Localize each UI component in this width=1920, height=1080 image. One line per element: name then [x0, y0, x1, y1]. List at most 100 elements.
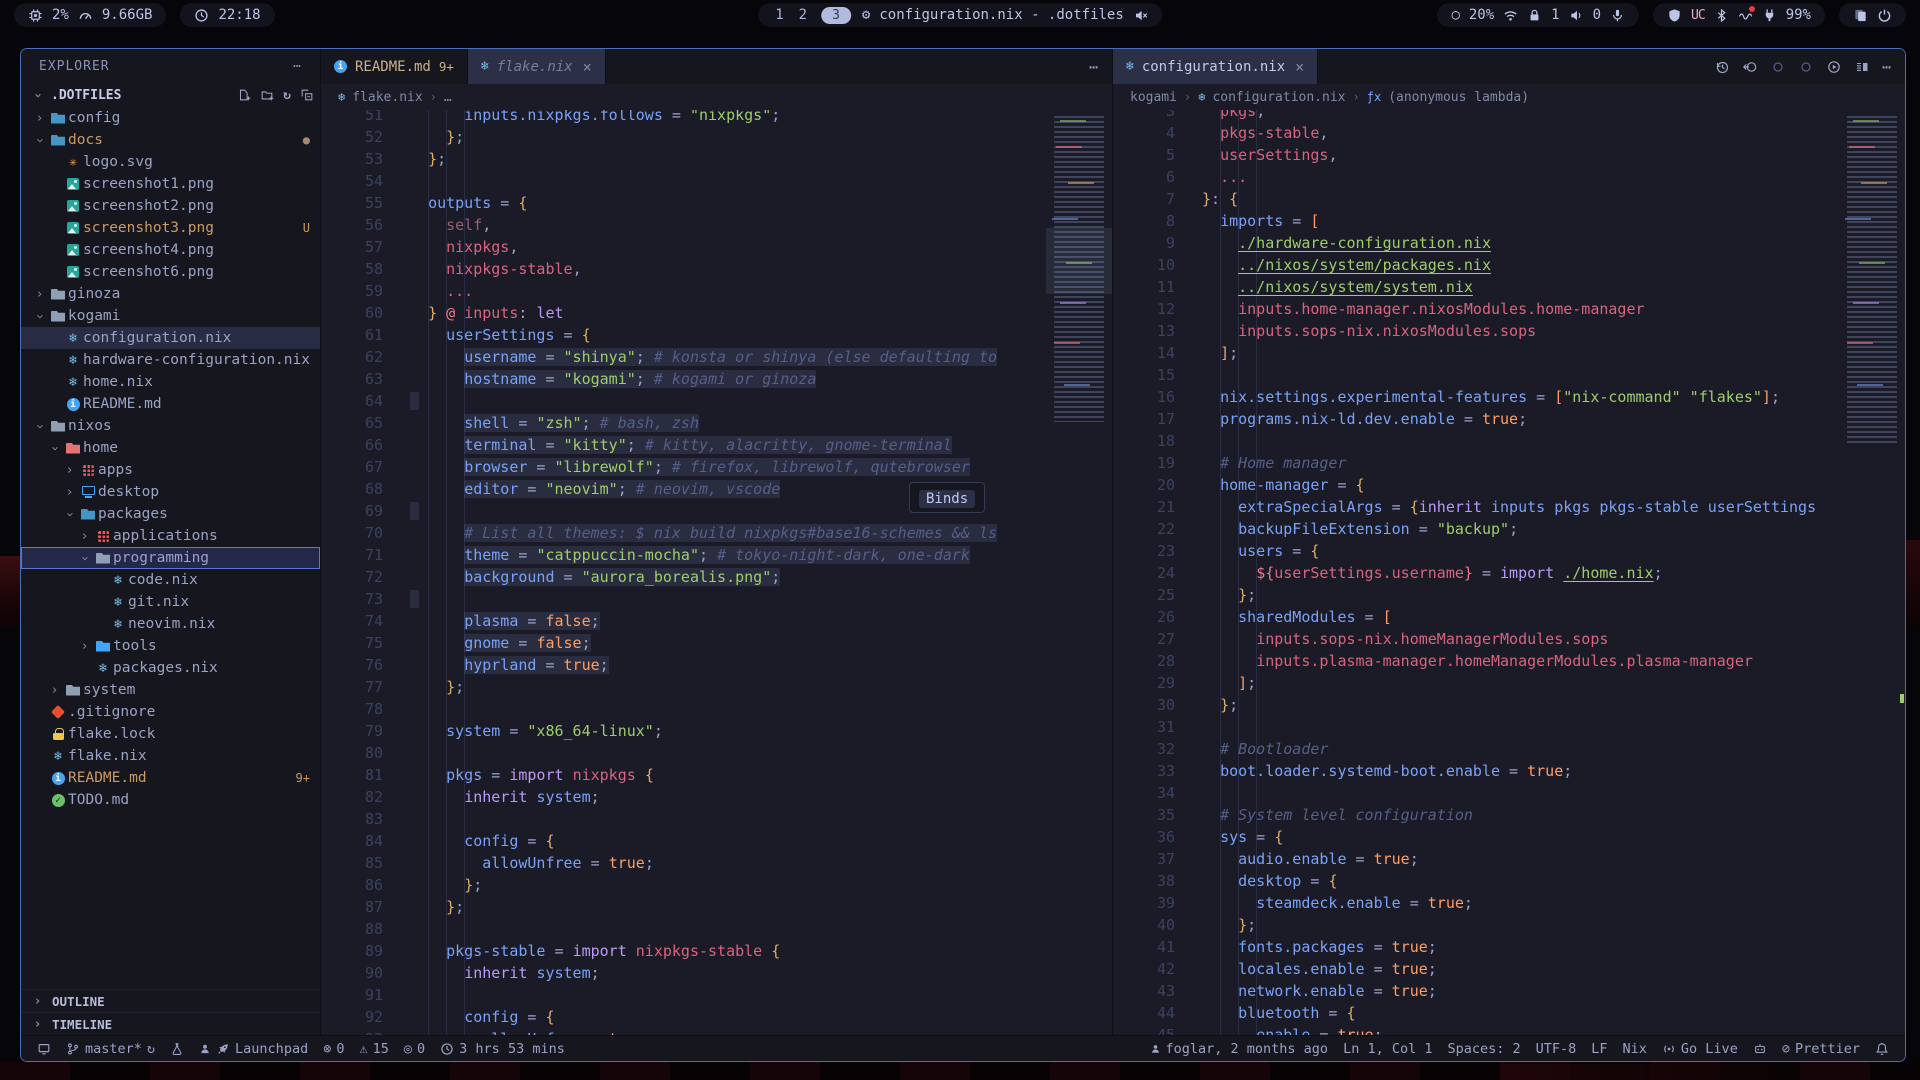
navigate-forward-icon[interactable]: [1798, 59, 1814, 75]
code-line[interactable]: 36 sys = {: [1113, 826, 1905, 848]
code-line[interactable]: 8 imports = [: [1113, 210, 1905, 232]
tree-item[interactable]: ›docs●: [21, 129, 320, 151]
timeline-history-icon[interactable]: [1714, 59, 1730, 75]
code-line[interactable]: 37 audio.enable = true;: [1113, 848, 1905, 870]
tree-item[interactable]: ❄flake.nix: [21, 745, 320, 767]
code-line[interactable]: 62 username = "shinya"; # konsta or shin…: [321, 346, 1112, 368]
notification-wave-icon[interactable]: [1738, 8, 1753, 23]
code-line[interactable]: 76 hyprland = true;: [321, 654, 1112, 676]
chevron-down-icon[interactable]: ›: [62, 506, 77, 523]
tree-item[interactable]: screenshot3.pngU: [21, 217, 320, 239]
remote-indicator[interactable]: [37, 1042, 51, 1056]
code-line[interactable]: 54: [321, 170, 1112, 192]
code-line[interactable]: 18: [1113, 430, 1905, 452]
tree-item[interactable]: iREADME.md9+: [21, 767, 320, 789]
code-line[interactable]: 10 ../nixos/system/packages.nix: [1113, 254, 1905, 276]
close-icon[interactable]: ×: [1295, 58, 1304, 76]
indentation[interactable]: Spaces: 2: [1447, 1041, 1520, 1057]
copilot-item[interactable]: [1753, 1042, 1767, 1056]
code-line[interactable]: 61 userSettings = {: [321, 324, 1112, 346]
shield-icon[interactable]: [1667, 8, 1682, 23]
code-line[interactable]: 31: [1113, 716, 1905, 738]
tree-item[interactable]: ›desktop: [21, 481, 320, 503]
code-line[interactable]: 6 ...: [1113, 166, 1905, 188]
tree-item[interactable]: ›nixos: [21, 415, 320, 437]
code-line[interactable]: 63 hostname = "kogami"; # kogami or gino…: [321, 368, 1112, 390]
code-line[interactable]: 91: [321, 984, 1112, 1006]
errors-item[interactable]: ⊗ 0: [323, 1041, 344, 1057]
tree-item[interactable]: ›applications: [21, 525, 320, 547]
code-line[interactable]: 82 inherit system;: [321, 786, 1112, 808]
eol-sequence[interactable]: LF: [1591, 1041, 1607, 1057]
code-line[interactable]: 60 } @ inputs: let: [321, 302, 1112, 324]
tree-item[interactable]: ›packages: [21, 503, 320, 525]
code-line[interactable]: 42 locales.enable = true;: [1113, 958, 1905, 980]
code-line[interactable]: 80: [321, 742, 1112, 764]
tab-configuration-nix[interactable]: ❄ configuration.nix ×: [1113, 49, 1318, 84]
tree-item[interactable]: ❄code.nix: [21, 569, 320, 591]
new-folder-icon[interactable]: [260, 88, 274, 102]
code-line[interactable]: 20 home-manager = {: [1113, 474, 1905, 496]
tab-flake-nix[interactable]: ❄ flake.nix ×: [468, 49, 606, 84]
code-line[interactable]: 93 allowUnfree = true;: [321, 1028, 1112, 1035]
code-line[interactable]: 32 # Bootloader: [1113, 738, 1905, 760]
code-line[interactable]: 90 inherit system;: [321, 962, 1112, 984]
code-line[interactable]: 66 terminal = "kitty"; # kitty, alacritt…: [321, 434, 1112, 456]
chevron-right-icon[interactable]: ›: [46, 683, 63, 698]
code-line[interactable]: 27 inputs.sops-nix.homeManagerModules.so…: [1113, 628, 1905, 650]
speaker-icon[interactable]: [1569, 8, 1584, 23]
code-line[interactable]: 15: [1113, 364, 1905, 386]
tree-item[interactable]: ›home: [21, 437, 320, 459]
chevron-down-icon[interactable]: ›: [77, 550, 92, 567]
chevron-down-icon[interactable]: ›: [32, 308, 47, 325]
code-line[interactable]: 26 sharedModules = [: [1113, 606, 1905, 628]
code-line[interactable]: 12 inputs.home-manager.nixosModules.home…: [1113, 298, 1905, 320]
breadcrumb-symbol[interactable]: (anonymous lambda): [1388, 90, 1529, 105]
code-line[interactable]: 11 ../nixos/system/system.nix: [1113, 276, 1905, 298]
tree-item[interactable]: ›config: [21, 107, 320, 129]
code-area-configuration[interactable]: 3 pkgs,4 pkgs-stable,5 userSettings,6 ..…: [1113, 110, 1905, 1035]
code-line[interactable]: 7}: {: [1113, 188, 1905, 210]
chevron-right-icon[interactable]: ›: [31, 111, 48, 126]
outline-section[interactable]: › OUTLINE: [21, 989, 320, 1012]
code-line[interactable]: 4 pkgs-stable,: [1113, 122, 1905, 144]
chevron-right-icon[interactable]: ›: [76, 639, 93, 654]
navigate-back-icon[interactable]: [1742, 59, 1758, 75]
code-line[interactable]: 79 system = "x86_64-linux";: [321, 720, 1112, 742]
code-line[interactable]: 39 steamdeck.enable = true;: [1113, 892, 1905, 914]
power-icon[interactable]: [1877, 8, 1892, 23]
breadcrumb-file[interactable]: configuration.nix: [1212, 90, 1345, 105]
code-line[interactable]: 58 nixpkgs-stable,: [321, 258, 1112, 280]
code-line[interactable]: 75 gnome = false;: [321, 632, 1112, 654]
tree-item[interactable]: ❄git.nix: [21, 591, 320, 613]
chevron-right-icon[interactable]: ›: [61, 485, 78, 500]
code-line[interactable]: 71 theme = "catppuccin-mocha"; # tokyo-n…: [321, 544, 1112, 566]
tree-item[interactable]: ❄packages.nix: [21, 657, 320, 679]
code-line[interactable]: 92 config = {: [321, 1006, 1112, 1028]
tree-item[interactable]: ❄configuration.nix: [21, 327, 320, 349]
code-line[interactable]: 86 };: [321, 874, 1112, 896]
more-actions-icon[interactable]: ⋯: [1882, 58, 1891, 76]
code-line[interactable]: 21 extraSpecialArgs = {inherit inputs pk…: [1113, 496, 1905, 518]
workspace-1[interactable]: 1: [772, 7, 786, 23]
git-branch-item[interactable]: master* ↻: [66, 1041, 155, 1057]
session-pill[interactable]: [1839, 3, 1906, 27]
chevron-down-icon[interactable]: ›: [32, 132, 47, 149]
tree-item[interactable]: ›system: [21, 679, 320, 701]
code-line[interactable]: 83: [321, 808, 1112, 830]
code-line[interactable]: 9 ./hardware-configuration.nix: [1113, 232, 1905, 254]
sync-icon[interactable]: ↻: [147, 1041, 155, 1057]
tree-item[interactable]: iREADME.md: [21, 393, 320, 415]
code-line[interactable]: 5 userSettings,: [1113, 144, 1905, 166]
workspace-3-active[interactable]: 3: [821, 7, 851, 24]
encoding[interactable]: UTF-8: [1536, 1041, 1577, 1057]
system-controls-pill[interactable]: ○ 20% 1 0: [1437, 3, 1639, 27]
tree-item[interactable]: screenshot1.png: [21, 173, 320, 195]
code-line[interactable]: 19 # Home manager: [1113, 452, 1905, 474]
mute-icon[interactable]: [1133, 8, 1148, 23]
tree-item[interactable]: screenshot6.png: [21, 261, 320, 283]
breadcrumb-project[interactable]: kogami: [1130, 90, 1177, 105]
tree-item[interactable]: ›programming: [21, 547, 320, 569]
code-line[interactable]: 64: [321, 390, 1112, 412]
code-line[interactable]: 78: [321, 698, 1112, 720]
